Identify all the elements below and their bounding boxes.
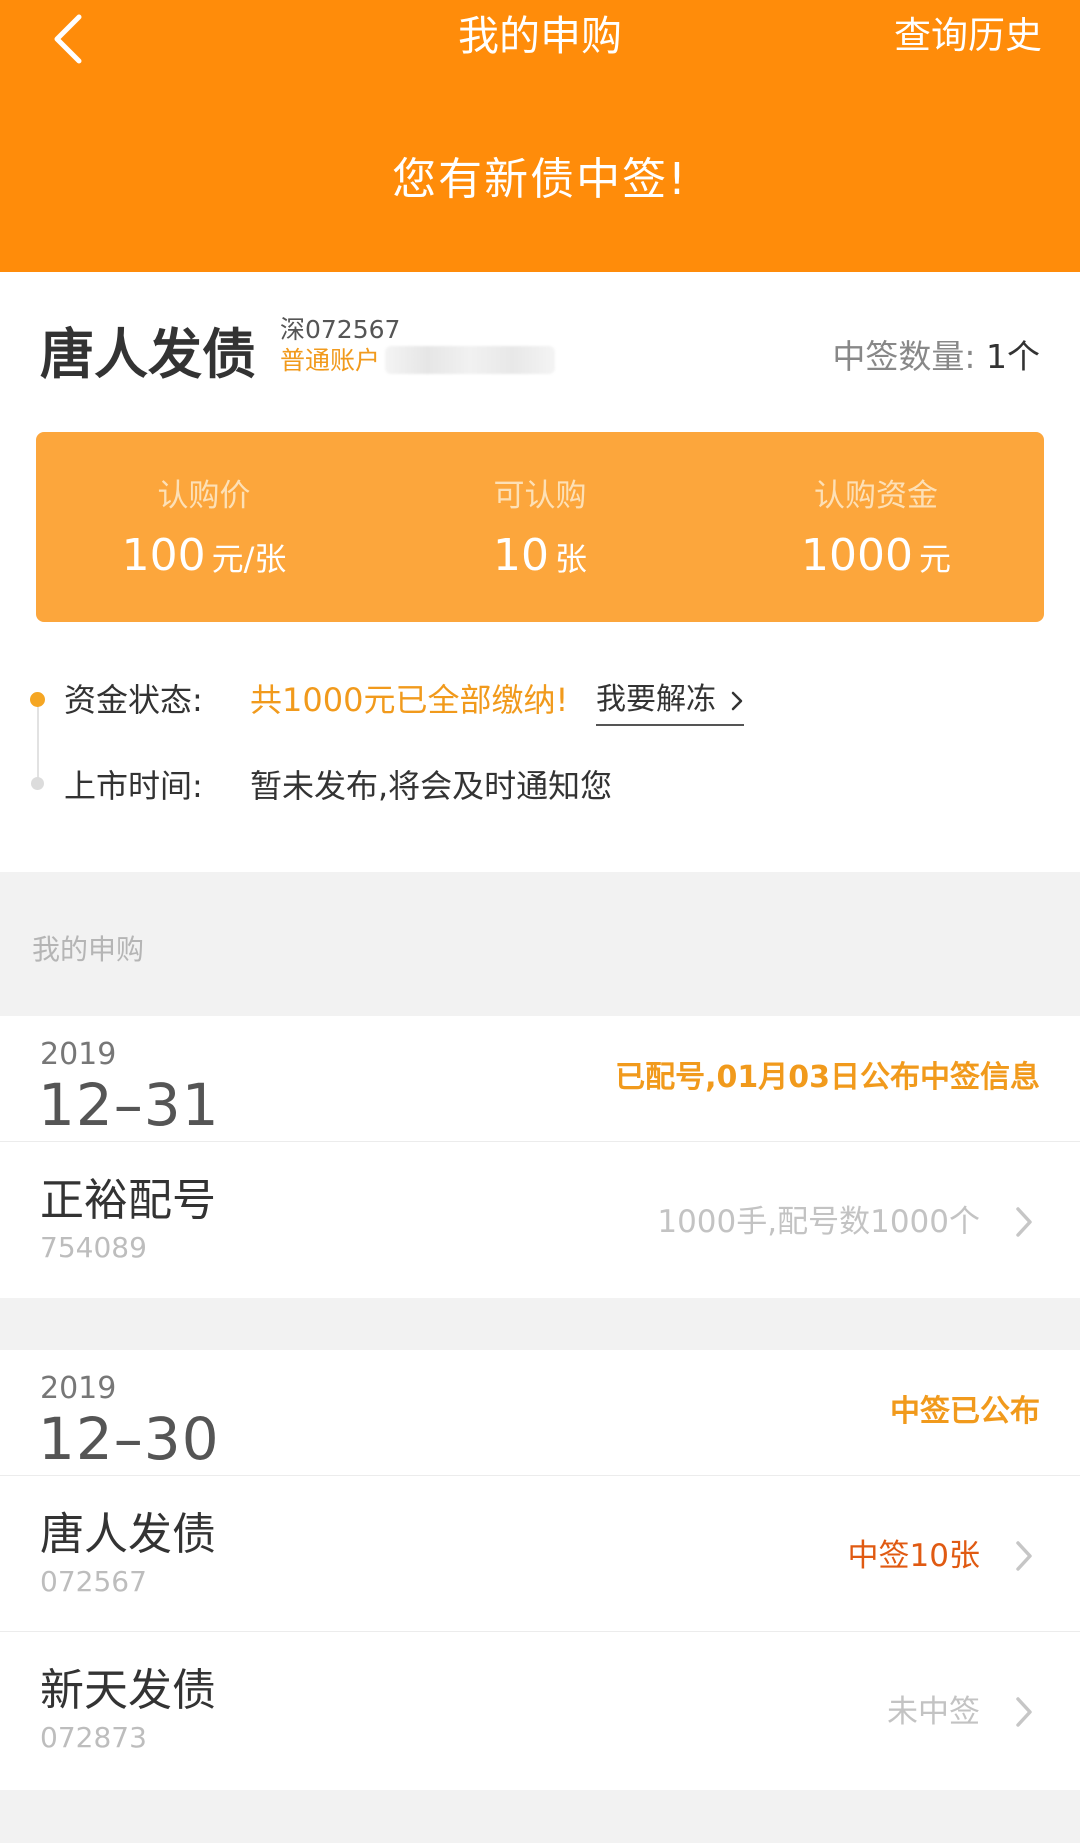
chevron-right-icon <box>731 691 742 710</box>
date-header: 2019 12–30 中签已公布 <box>0 1350 1080 1476</box>
chevron-right-icon <box>1004 1200 1044 1244</box>
subscription-price-value: 100 <box>121 530 206 581</box>
subscription-price-label: 认购价 <box>157 478 251 514</box>
listing-time-label: 上市时间: <box>64 767 203 805</box>
header: 我的申购 查询历史 您有新债中签! <box>0 0 1080 272</box>
section-title: 我的申购 <box>32 933 145 966</box>
fund-status-label: 资金状态: <box>64 681 203 719</box>
subscription-funds: 认购资金 1000 元 <box>708 432 1044 622</box>
chevron-right-icon <box>1004 1534 1044 1578</box>
win-count-value: 1个 <box>986 337 1040 376</box>
subscribable-quantity-label: 可认购 <box>493 478 587 514</box>
entry-name: 新天发债 <box>40 1665 216 1716</box>
list-item[interactable]: 正裕配号 754089 1000手,配号数1000个 <box>0 1142 1080 1298</box>
subscription-funds-unit: 元 <box>918 540 951 578</box>
subscription-funds-label: 认购资金 <box>814 478 938 514</box>
date-month-day: 12–31 <box>38 1071 220 1139</box>
subscription-funds-value: 1000 <box>801 530 913 581</box>
unfreeze-link[interactable]: 我要解冻 <box>596 678 744 726</box>
new-bond-win-banner: 您有新债中签! <box>392 154 688 205</box>
unfreeze-label: 我要解冻 <box>596 682 716 717</box>
date-year: 2019 <box>40 1037 117 1072</box>
subscription-price: 认购价 100 元/张 <box>36 432 372 622</box>
list-item[interactable]: 新天发债 072873 未中签 <box>0 1632 1080 1788</box>
date-year: 2019 <box>40 1371 117 1406</box>
group-status: 已配号,01月03日公布中签信息 <box>615 1060 1040 1095</box>
subscription-price-unit: 元/张 <box>211 540 287 578</box>
subscription-group: 2019 12–30 中签已公布 唐人发债 072567 中签10张 新天发债 … <box>0 1350 1080 1790</box>
chevron-right-icon <box>1004 1690 1044 1734</box>
entry-detail: 1000手,配号数1000个 <box>657 1204 980 1240</box>
subscribable-quantity-value: 10 <box>492 530 549 581</box>
win-card: 唐人发债 深072567 普通账户 中签数量: 1个 认购价 100 元/张 可认… <box>0 272 1080 872</box>
entry-name: 正裕配号 <box>40 1175 216 1226</box>
timeline-dot-active <box>30 692 45 707</box>
entry-code: 072873 <box>40 1721 147 1754</box>
win-count-label: 中签数量: <box>832 337 976 376</box>
entry-name: 唐人发债 <box>40 1509 216 1560</box>
query-history-button[interactable]: 查询历史 <box>894 8 1042 64</box>
entry-code: 072567 <box>40 1565 147 1598</box>
date-header: 2019 12–31 已配号,01月03日公布中签信息 <box>0 1016 1080 1142</box>
timeline-dot-pending <box>31 777 44 790</box>
bond-code: 深072567 <box>280 315 401 344</box>
subscribable-quantity-unit: 张 <box>554 540 587 578</box>
fund-status-value: 共1000元已全部缴纳! <box>250 681 569 719</box>
account-type: 普通账户 <box>280 346 381 375</box>
blurred-account-number <box>385 346 555 374</box>
list-item[interactable]: 唐人发债 072567 中签10张 <box>0 1476 1080 1632</box>
entry-detail: 未中签 <box>887 1694 980 1730</box>
timeline-line <box>37 700 39 784</box>
bond-name: 唐人发债 <box>40 323 256 386</box>
subscription-group: 2019 12–31 已配号,01月03日公布中签信息 正裕配号 754089 … <box>0 1016 1080 1298</box>
listing-time-value: 暂未发布,将会及时通知您 <box>250 767 613 805</box>
subscription-summary: 认购价 100 元/张 可认购 10 张 认购资金 1000 元 <box>36 432 1044 622</box>
win-count: 中签数量: 1个 <box>832 332 1040 382</box>
date-month-day: 12–30 <box>38 1405 220 1473</box>
group-status: 中签已公布 <box>890 1394 1040 1429</box>
entry-code: 754089 <box>40 1231 147 1264</box>
subscribable-quantity: 可认购 10 张 <box>372 432 708 622</box>
entry-detail: 中签10张 <box>847 1538 980 1574</box>
